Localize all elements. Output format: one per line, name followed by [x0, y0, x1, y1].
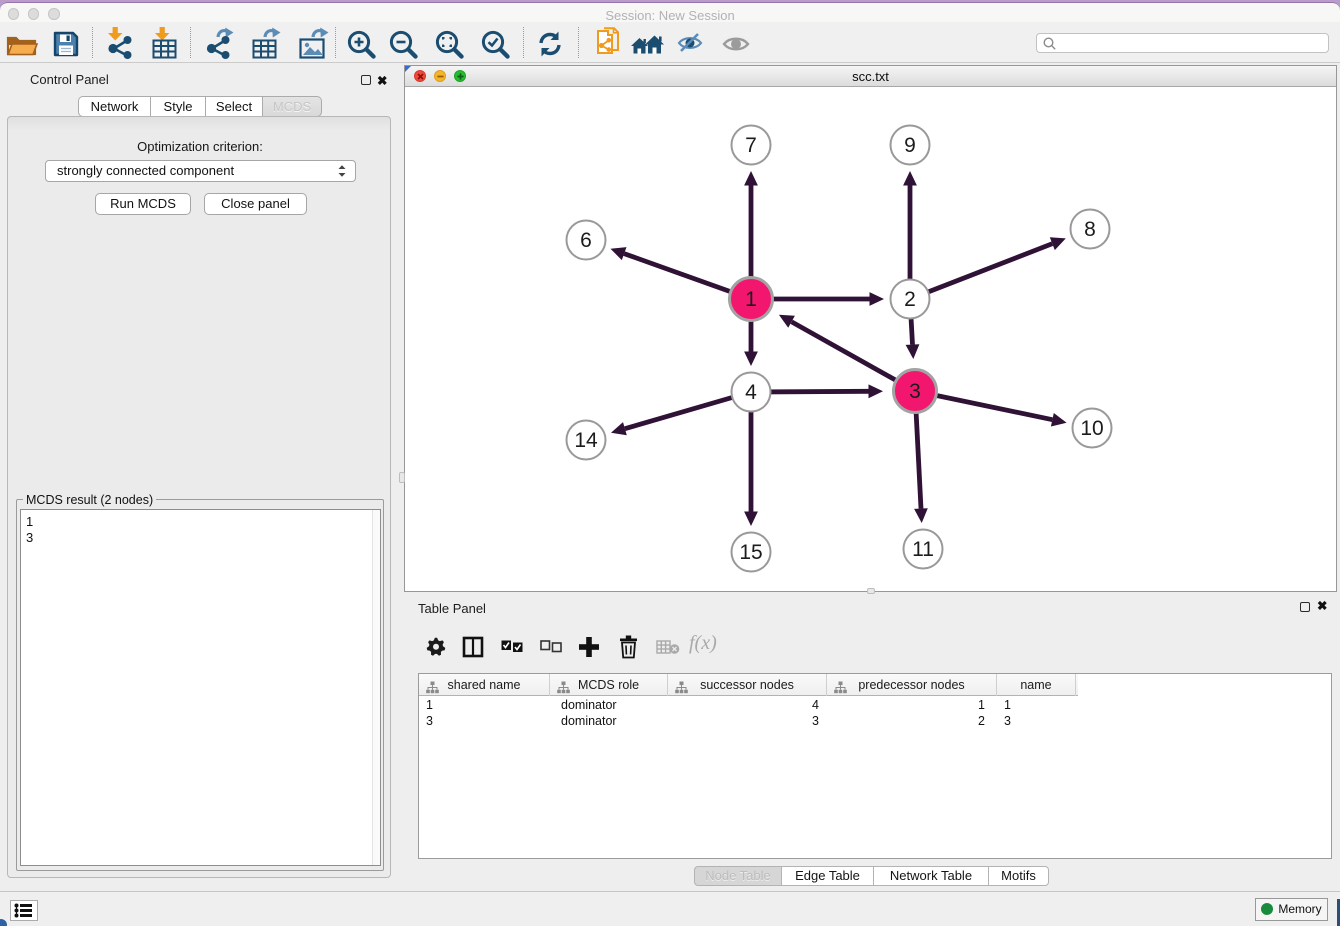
svg-text:7: 7 — [745, 134, 757, 157]
svg-text:14: 14 — [574, 429, 598, 452]
svg-text:3: 3 — [909, 380, 921, 403]
svg-text:9: 9 — [904, 134, 916, 157]
svg-text:2: 2 — [904, 288, 916, 311]
svg-text:1: 1 — [745, 288, 757, 311]
svg-text:8: 8 — [1084, 218, 1096, 241]
svg-text:11: 11 — [912, 538, 934, 561]
svg-text:10: 10 — [1080, 417, 1103, 440]
svg-text:15: 15 — [739, 541, 762, 564]
svg-text:6: 6 — [580, 229, 592, 252]
svg-text:4: 4 — [745, 381, 757, 404]
